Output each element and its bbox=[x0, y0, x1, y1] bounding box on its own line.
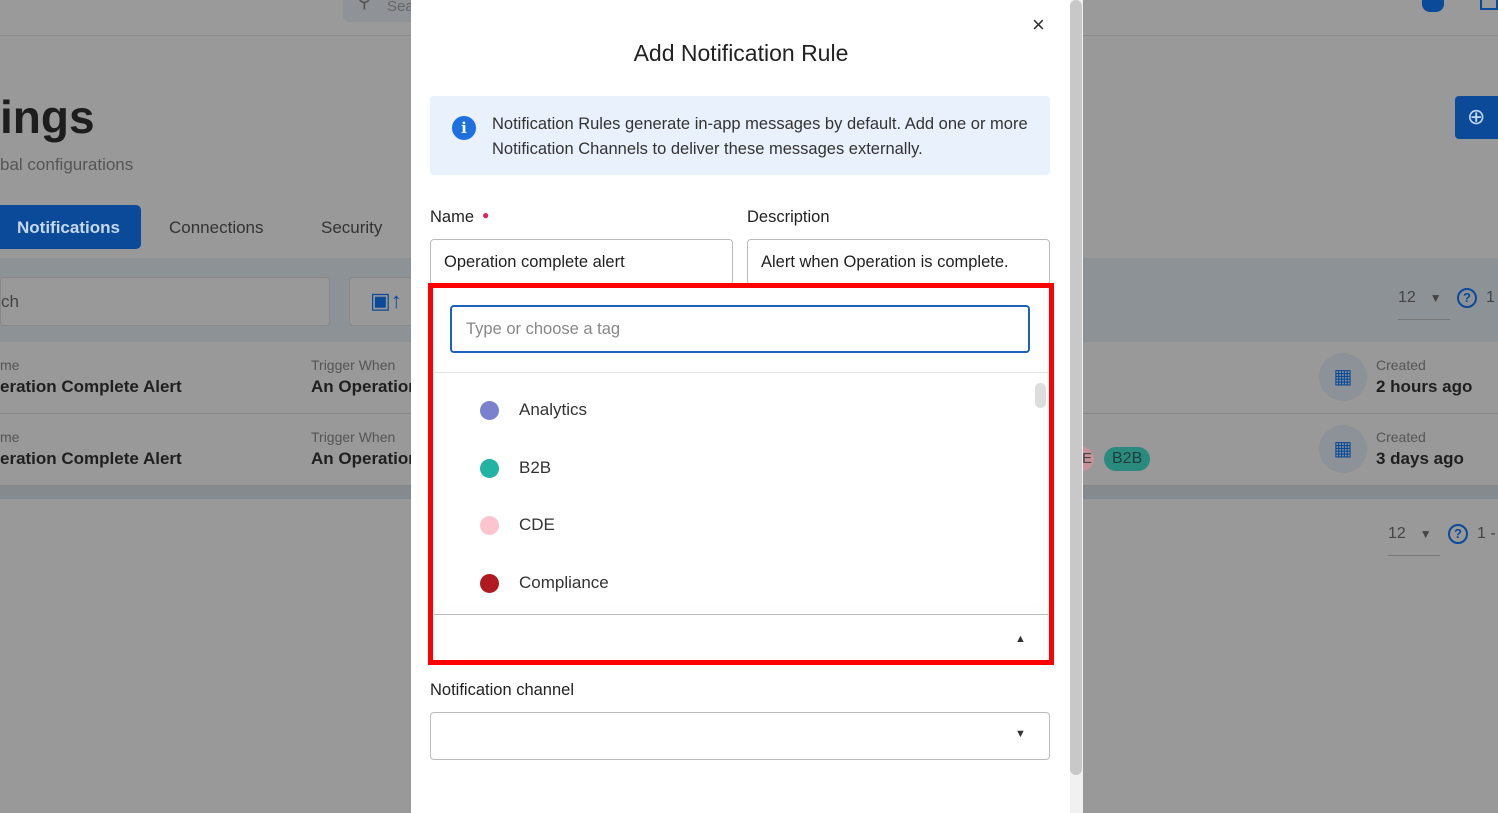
description-input[interactable]: Alert when Operation is complete. bbox=[747, 239, 1050, 285]
page-size-select-bottom[interactable]: 12 ▼ bbox=[1388, 525, 1440, 556]
info-icon: i bbox=[452, 116, 476, 140]
channel-label: Notification channel bbox=[430, 681, 575, 699]
trigger-value: An Operation bbox=[311, 449, 419, 468]
document-icon[interactable] bbox=[1480, 0, 1498, 10]
dialog-scrollbar-thumb[interactable] bbox=[1070, 0, 1082, 775]
caret-down-icon: ▼ bbox=[1015, 728, 1026, 740]
tab-notifications[interactable]: Notifications bbox=[0, 205, 141, 249]
info-banner: Notification Rules generate in-app messa… bbox=[430, 96, 1050, 175]
caret-down-icon: ▼ bbox=[1429, 291, 1442, 305]
name-input[interactable]: Operation complete alert bbox=[430, 239, 733, 285]
trigger-label: Trigger When bbox=[311, 357, 396, 373]
tab-security[interactable]: Security bbox=[321, 205, 382, 249]
help-icon[interactable]: ? bbox=[1457, 288, 1477, 308]
created-label: Created bbox=[1376, 357, 1426, 373]
range-text: 1 bbox=[1486, 289, 1495, 306]
bell-icon[interactable] bbox=[1422, 0, 1444, 12]
name-label: me bbox=[0, 429, 20, 445]
sort-by-date-button[interactable]: ▣↑ bbox=[349, 277, 419, 326]
created-value: 3 days ago bbox=[1376, 449, 1464, 468]
rule-name: eration Complete Alert bbox=[0, 377, 182, 396]
close-icon[interactable]: × bbox=[1032, 12, 1045, 38]
plus-circle-icon: ⊕ bbox=[1467, 104, 1486, 129]
help-icon[interactable]: ? bbox=[1448, 524, 1468, 544]
notification-channel-select[interactable]: ▼ bbox=[430, 712, 1050, 760]
caret-down-icon: ▼ bbox=[1419, 527, 1432, 541]
name-label: me bbox=[0, 357, 20, 373]
calendar-icon: ▦ bbox=[1319, 425, 1367, 473]
trigger-value: An Operation bbox=[311, 377, 419, 396]
highlight-box bbox=[428, 283, 1054, 665]
page-size-value: 12 bbox=[1388, 525, 1406, 542]
global-search-placeholder: Sea bbox=[387, 0, 414, 15]
page-size-value: 12 bbox=[1398, 289, 1416, 306]
tab-connections[interactable]: Connections bbox=[169, 205, 264, 249]
search-icon: ⚲ bbox=[357, 0, 372, 12]
description-label: Description bbox=[747, 208, 830, 226]
add-rule-button[interactable]: ⊕ bbox=[1455, 96, 1498, 139]
dialog-title: Add Notification Rule bbox=[633, 40, 849, 66]
tag-badge-b2b: B2B bbox=[1104, 447, 1151, 471]
calendar-icon: ▦ bbox=[1319, 353, 1367, 401]
calendar-sort-icon: ▣↑ bbox=[370, 288, 402, 313]
name-label: Name ● bbox=[430, 208, 490, 226]
page-title: ings bbox=[0, 91, 95, 143]
page-subtitle: bal configurations bbox=[0, 155, 134, 174]
created-label: Created bbox=[1376, 429, 1426, 445]
rule-name: eration Complete Alert bbox=[0, 449, 182, 468]
range-text-bottom: 1 - bbox=[1477, 525, 1496, 542]
created-value: 2 hours ago bbox=[1376, 377, 1473, 396]
required-indicator: ● bbox=[482, 208, 490, 222]
search-input[interactable]: ch bbox=[0, 277, 330, 326]
page-size-select[interactable]: 12 ▼ bbox=[1398, 289, 1450, 320]
trigger-label: Trigger When bbox=[311, 429, 396, 445]
